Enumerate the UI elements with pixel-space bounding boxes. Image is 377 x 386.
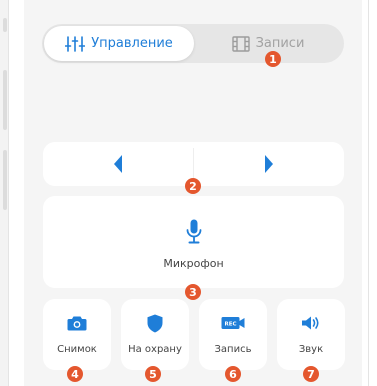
sound-label: Звук <box>298 344 324 355</box>
arm-label: На охрану <box>128 344 182 355</box>
snapshot-label: Снимок <box>57 344 97 355</box>
previous-button[interactable] <box>43 142 193 186</box>
marker-1: 1 <box>265 51 281 67</box>
tab-switcher: Управление Записи <box>42 24 344 63</box>
marker-5: 5 <box>145 366 161 382</box>
marker-3: 3 <box>185 284 201 300</box>
record-button[interactable]: REC Запись <box>199 299 267 370</box>
phone-side-button <box>3 18 7 32</box>
film-icon <box>231 35 250 52</box>
camera-icon <box>67 316 87 331</box>
phone-side-button <box>3 150 7 210</box>
shield-icon <box>147 314 163 332</box>
arrow-left-icon <box>114 155 122 173</box>
marker-7: 7 <box>303 366 319 382</box>
record-label: Запись <box>214 344 252 355</box>
phone-side-button <box>3 70 7 130</box>
rec-icon-text: REC <box>224 322 236 328</box>
sound-button[interactable]: Звук <box>277 299 345 370</box>
sliders-icon <box>65 35 86 52</box>
microphone-button[interactable]: Микрофон <box>43 196 344 288</box>
arm-button[interactable]: На охрану <box>121 299 189 370</box>
microphone-icon <box>186 219 201 244</box>
snapshot-button[interactable]: Снимок <box>43 299 111 370</box>
rec-icon: REC <box>221 317 245 329</box>
marker-6: 6 <box>225 366 241 382</box>
marker-2: 2 <box>185 178 201 194</box>
tab-control[interactable]: Управление <box>44 26 194 61</box>
phone-frame-right <box>368 0 377 386</box>
speaker-icon <box>302 316 319 330</box>
next-button[interactable] <box>194 142 344 186</box>
marker-4: 4 <box>67 366 83 382</box>
arrow-right-icon <box>265 155 273 173</box>
microphone-label: Микрофон <box>163 257 224 270</box>
phone-frame-left <box>0 0 9 386</box>
tab-recordings-label: Записи <box>255 36 305 51</box>
tab-control-label: Управление <box>91 36 173 51</box>
